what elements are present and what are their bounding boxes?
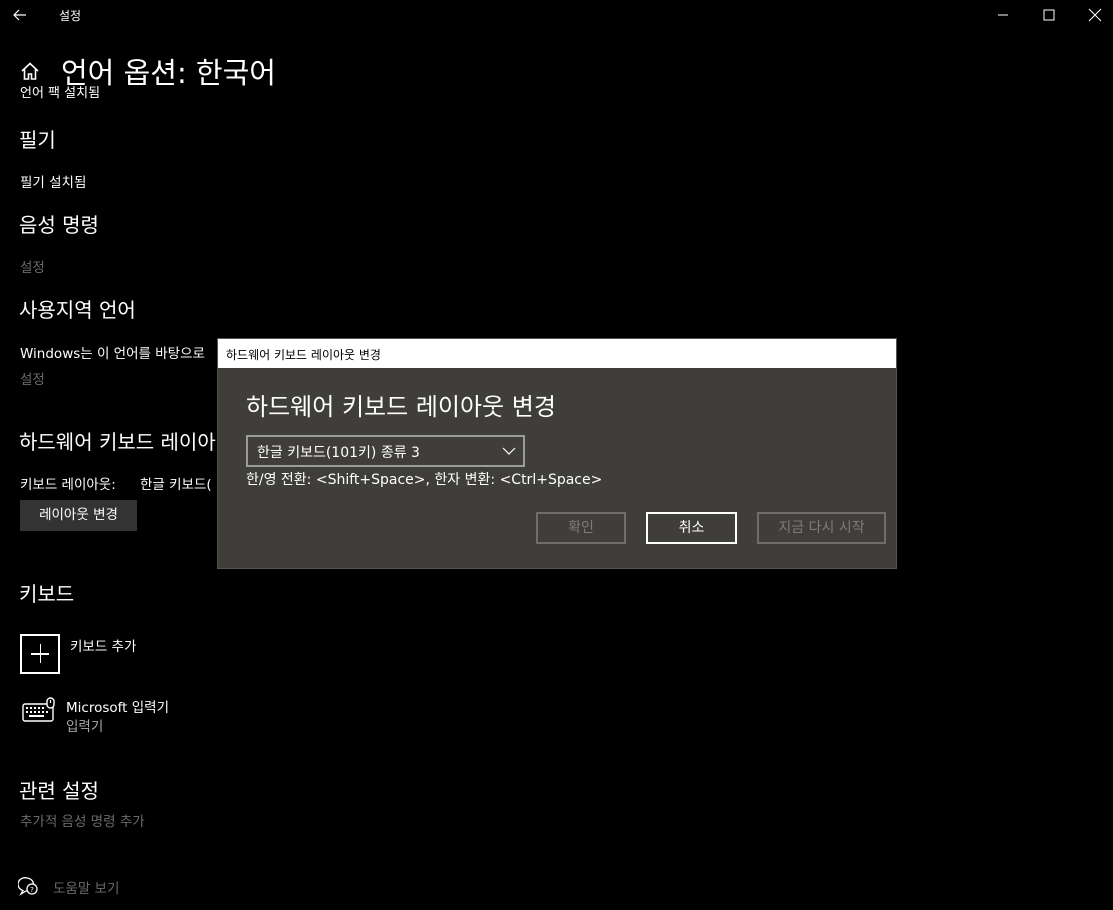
maximize-icon[interactable]	[1026, 0, 1072, 30]
window-title: 설정	[59, 9, 82, 23]
handwriting-status: 필기 설치됨	[20, 175, 87, 191]
dialog-window-title: 하드웨어 키보드 레이아웃 변경	[226, 348, 381, 362]
keyboard-heading: 키보드	[19, 582, 75, 606]
home-icon[interactable]	[19, 60, 41, 82]
keyboard-icon	[22, 697, 55, 722]
ime-subtitle: 입력기	[66, 719, 104, 735]
add-keyboard-link[interactable]: 키보드 추가	[70, 635, 136, 655]
change-layout-button[interactable]: 레이아웃 변경	[20, 500, 137, 531]
change-layout-dialog: 하드웨어 키보드 레이아웃 변경 하드웨어 키보드 레이아웃 변경 한글 키보드…	[217, 338, 897, 569]
handwriting-heading: 필기	[19, 128, 56, 152]
close-icon[interactable]	[1072, 0, 1113, 30]
ime-name[interactable]: Microsoft 입력기	[66, 696, 169, 716]
add-keyboard-plus-icon[interactable]	[20, 634, 60, 674]
regional-description: Windows는 이 언어를 바탕으로	[20, 346, 205, 362]
speech-settings-link[interactable]: 설정	[20, 256, 45, 276]
regional-settings-link[interactable]: 설정	[20, 368, 45, 388]
language-pack-status: 언어 팩 설치됨	[20, 86, 101, 101]
speech-heading: 음성 명령	[19, 213, 99, 237]
regional-heading: 사용지역 언어	[19, 298, 136, 322]
cancel-button[interactable]: 취소	[646, 512, 737, 544]
keyboard-layout-value: 한글 키보드(	[140, 477, 212, 493]
ok-button[interactable]: 확인	[536, 512, 626, 544]
keyboard-layout-label: 키보드 레이아웃:	[20, 477, 116, 493]
svg-text:?: ?	[30, 886, 34, 894]
help-link[interactable]: 도움말 보기	[53, 877, 119, 897]
hotkey-description: 한/영 전환: <Shift+Space>, 한자 변환: <Ctrl+Spac…	[246, 472, 603, 488]
keyboard-layout-selected-value: 한글 키보드(101키) 종류 3	[257, 445, 420, 461]
minimize-icon[interactable]	[980, 0, 1026, 30]
dialog-heading: 하드웨어 키보드 레이아웃 변경	[246, 393, 556, 421]
help-chat-icon: ?	[18, 877, 38, 896]
restart-now-button[interactable]: 지금 다시 시작	[757, 512, 886, 544]
additional-speech-commands-link[interactable]: 추가적 음성 명령 추가	[20, 810, 145, 830]
keyboard-layout-select[interactable]: 한글 키보드(101키) 종류 3	[246, 435, 525, 467]
window-titlebar: 설정	[0, 0, 1113, 30]
chevron-down-icon	[502, 447, 516, 455]
dialog-titlebar: 하드웨어 키보드 레이아웃 변경	[218, 339, 896, 368]
related-settings-heading: 관련 설정	[19, 779, 99, 803]
back-arrow-icon[interactable]	[10, 5, 30, 25]
hardware-keyboard-heading: 하드웨어 키보드 레이아	[19, 430, 216, 454]
